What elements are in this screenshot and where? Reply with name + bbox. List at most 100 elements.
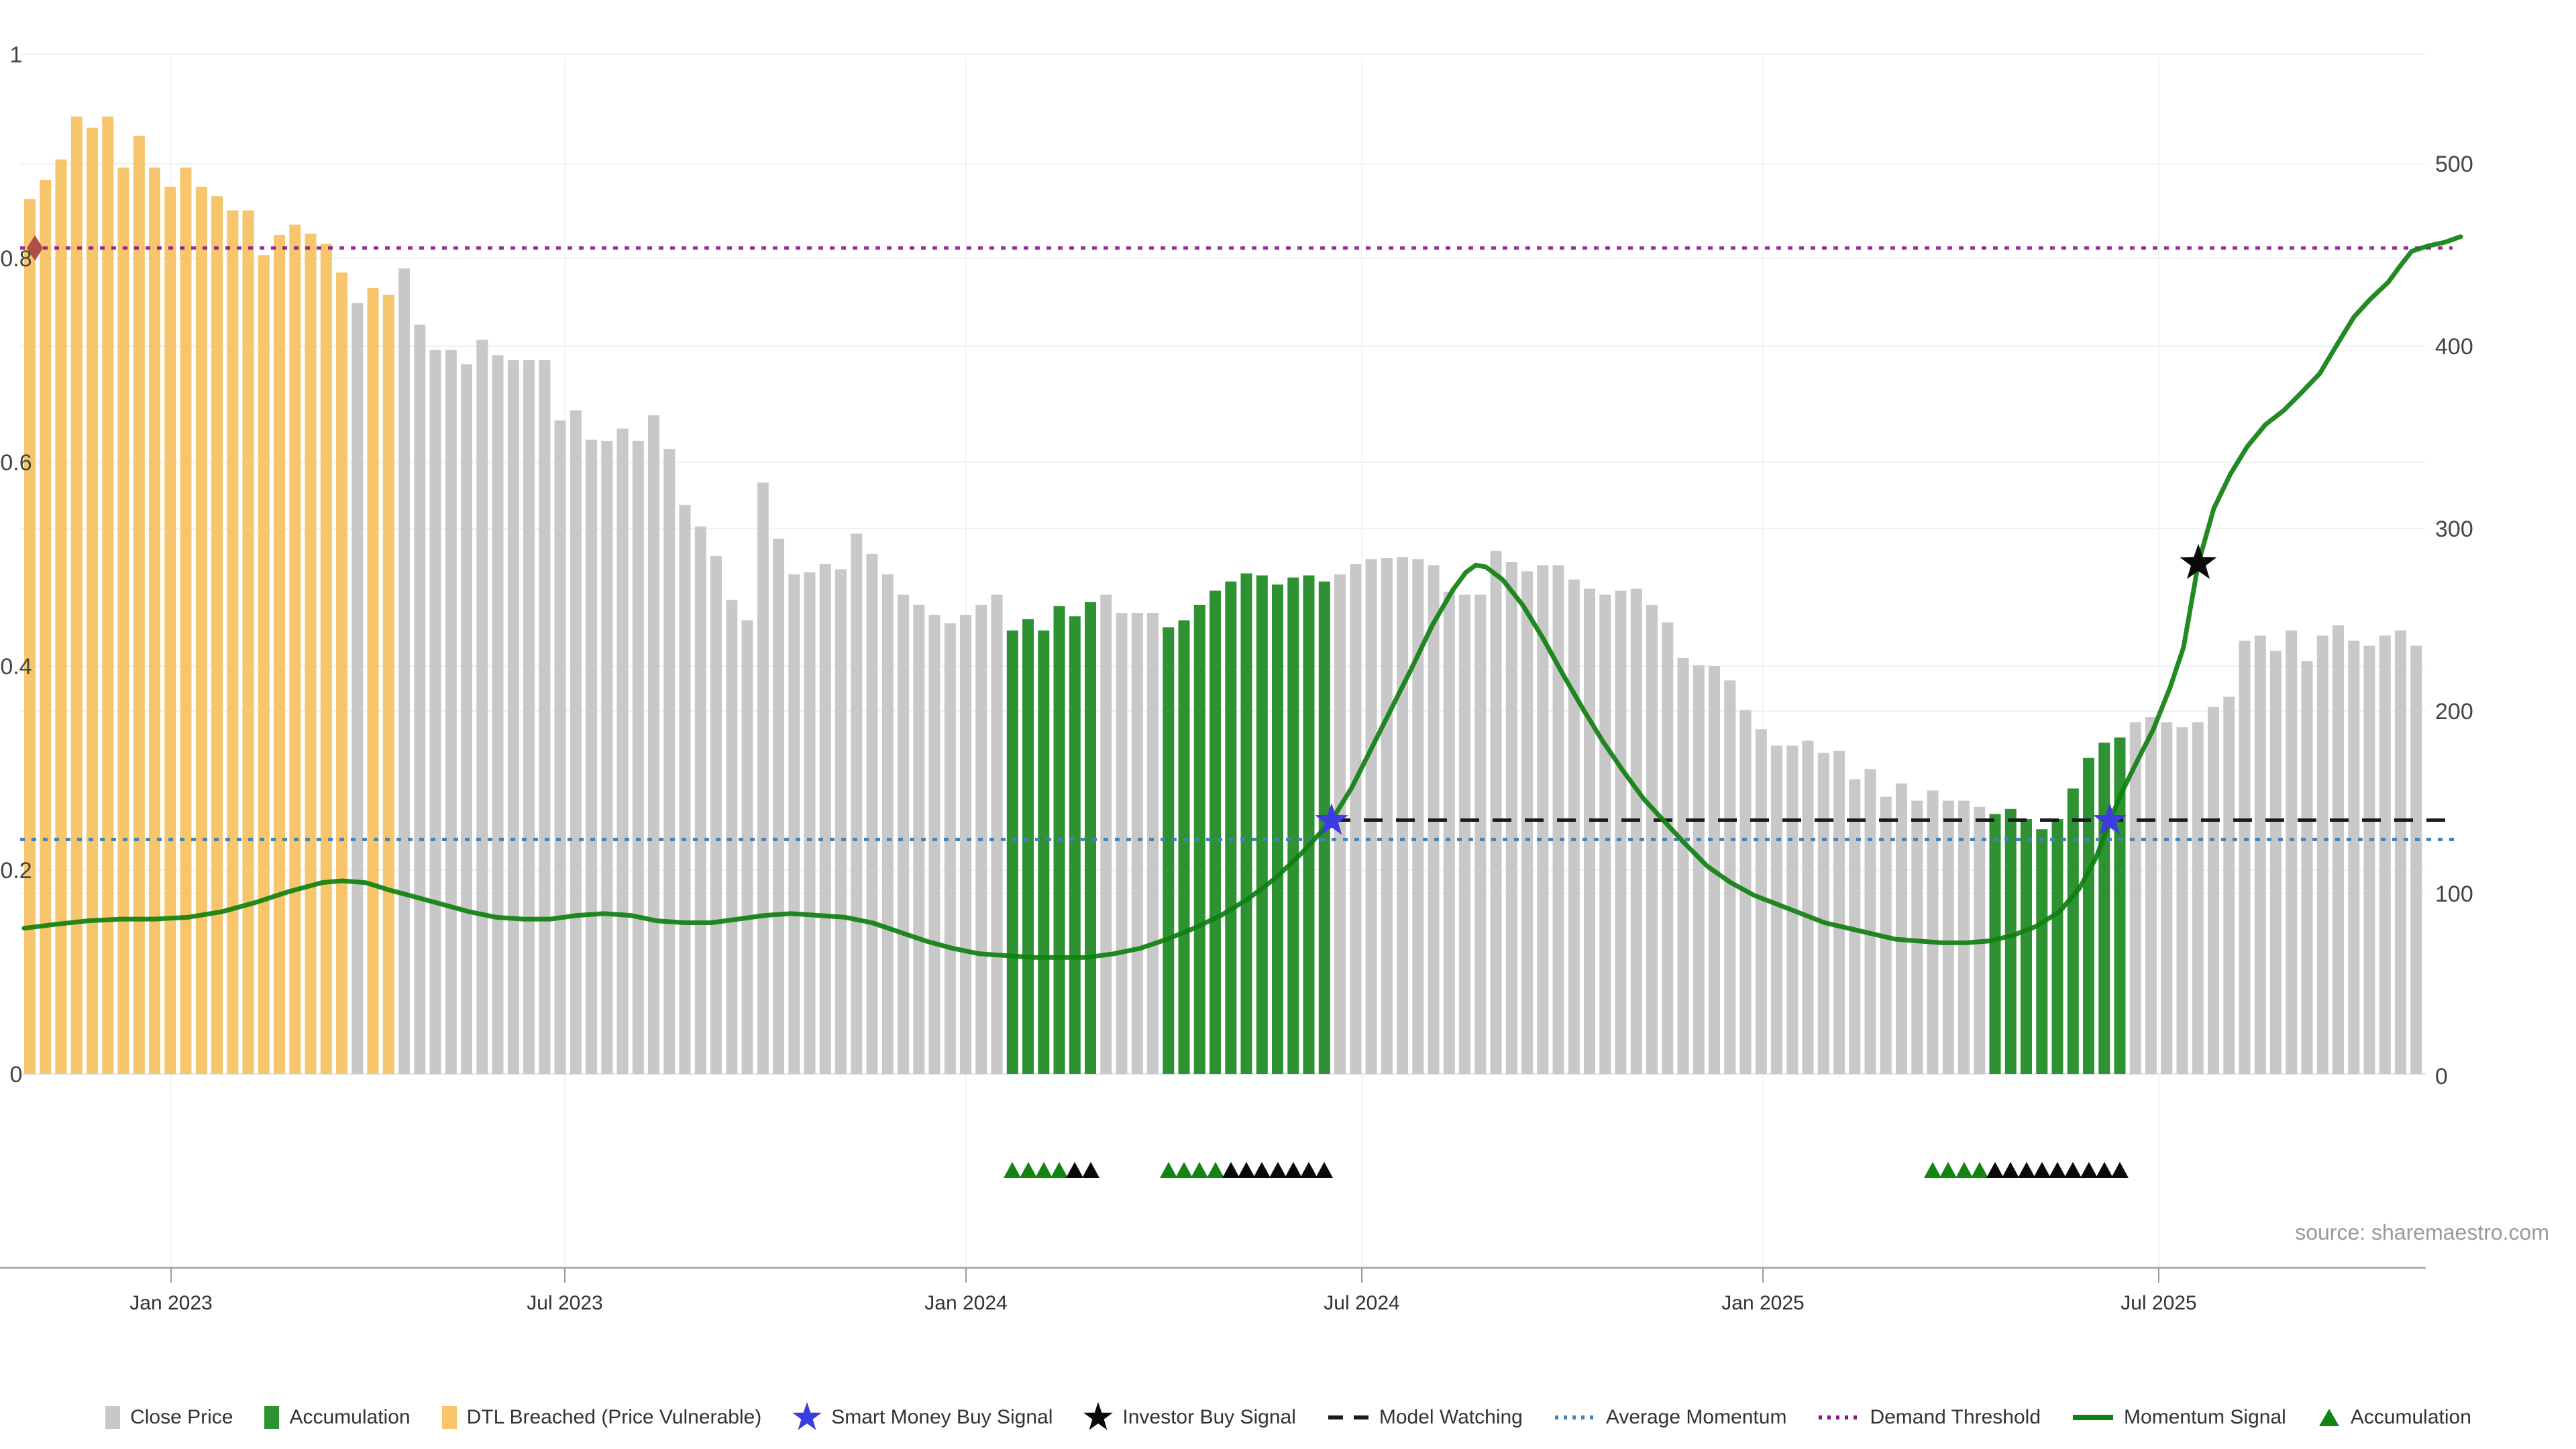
- close-price-bar: [1599, 595, 1611, 1074]
- dtl-breached-bar: [368, 288, 379, 1074]
- right-axis-tick-label: 100: [2435, 881, 2473, 907]
- black-accumulation-triangle-icon: [1269, 1162, 1287, 1178]
- legend-label: Investor Buy Signal: [1122, 1406, 1295, 1429]
- dtl-breached-bar: [149, 168, 160, 1074]
- green-accumulation-triangle-icon: [1971, 1162, 1988, 1178]
- close-price-bar: [1521, 572, 1533, 1074]
- accumulation-bar: [2036, 829, 2047, 1074]
- accumulation-bar: [1303, 576, 1315, 1074]
- close-price-bar: [929, 615, 941, 1074]
- green-accumulation-triangle-icon: [1051, 1162, 1068, 1178]
- close-price-bar: [445, 350, 457, 1074]
- close-price-bar: [461, 364, 472, 1074]
- accumulation-bar: [1287, 578, 1299, 1074]
- left-axis-tick-label: 1: [10, 42, 23, 68]
- dtl-breached-bar: [289, 225, 301, 1074]
- dtl-breached-swatch-icon: [441, 1404, 458, 1431]
- close-price-bar: [1803, 741, 1814, 1074]
- close-price-bar: [398, 268, 410, 1074]
- accumulation-bar: [2098, 743, 2110, 1074]
- close-price-bar: [726, 600, 737, 1074]
- close-price-bar: [586, 440, 597, 1074]
- accumulation-bar: [1225, 582, 1236, 1074]
- legend-item-dtl-breached[interactable]: DTL Breached (Price Vulnerable): [441, 1404, 762, 1431]
- price-momentum-chart-page: Jan 2023Jul 2023Jan 2024Jul 2024Jan 2025…: [0, 0, 2576, 1449]
- legend-item-momentum-signal[interactable]: Momentum Signal: [2072, 1406, 2286, 1429]
- close-price-bar: [1958, 801, 1970, 1074]
- close-price-bar: [2255, 635, 2266, 1074]
- green-accumulation-triangle-icon: [1939, 1162, 1957, 1178]
- close-price-bar: [601, 441, 612, 1074]
- green-accumulation-triangle-icon: [1020, 1162, 1037, 1178]
- legend-item-demand-threshold[interactable]: Demand Threshold: [1817, 1406, 2041, 1429]
- close-price-bar: [757, 482, 769, 1074]
- accumulation-triangle-row: [1004, 1162, 2129, 1178]
- black-accumulation-triangle-icon: [1300, 1162, 1318, 1178]
- legend-label: Close Price: [130, 1406, 233, 1429]
- legend-label: Average Momentum: [1606, 1406, 1787, 1429]
- green-accumulation-triangle-icon: [1175, 1162, 1193, 1178]
- close-price-bar: [1584, 589, 1595, 1075]
- close-price-bar: [352, 303, 363, 1074]
- left-axis-tick-label: 0: [10, 1062, 23, 1087]
- close-price-bar: [1147, 613, 1159, 1074]
- accumulation-tri-triangle-icon: [2317, 1407, 2341, 1428]
- close-price-bar: [1927, 790, 1939, 1074]
- x-tick-label: Jan 2025: [1721, 1292, 1804, 1314]
- dtl-breached-bar: [133, 136, 145, 1074]
- close-price-bar: [2223, 697, 2235, 1074]
- close-price-bar: [2379, 635, 2391, 1074]
- black-accumulation-triangle-icon: [1082, 1162, 1099, 1178]
- close-price-bar: [2239, 641, 2251, 1074]
- demand-threshold-dots-icon: [1817, 1413, 1860, 1421]
- close-price-bar: [1896, 784, 1907, 1074]
- black-accumulation-triangle-icon: [2096, 1162, 2113, 1178]
- close-price-bar: [1381, 558, 1393, 1074]
- close-price-bar: [882, 574, 894, 1074]
- legend-item-close-price[interactable]: Close Price: [105, 1404, 233, 1431]
- accumulation-bar: [1210, 591, 1221, 1075]
- x-tick-label: Jan 2024: [924, 1292, 1007, 1314]
- legend-item-average-momentum[interactable]: Average Momentum: [1554, 1406, 1787, 1429]
- legend-item-model-watching[interactable]: Model Watching: [1327, 1406, 1523, 1429]
- close-price-bar: [695, 527, 706, 1074]
- accumulation-bar: [1179, 621, 1190, 1074]
- accumulation-bar: [2021, 819, 2032, 1074]
- close-price-bar: [851, 533, 862, 1074]
- close-price-bar: [663, 449, 675, 1074]
- price-bars: [24, 117, 2422, 1074]
- legend: Close Price Accumulation DTL Breached (Pri…: [0, 1394, 2576, 1441]
- legend-item-smart-money-buy[interactable]: Smart Money Buy Signal: [792, 1402, 1053, 1433]
- close-price-bar: [430, 350, 441, 1074]
- dtl-breached-bar: [211, 196, 223, 1074]
- close-price-bar: [804, 572, 816, 1074]
- close-price-bar: [820, 564, 831, 1074]
- black-accumulation-triangle-icon: [2064, 1162, 2082, 1178]
- black-accumulation-triangle-icon: [1066, 1162, 1083, 1178]
- close-price-bar: [633, 441, 644, 1074]
- green-accumulation-triangle-icon: [1160, 1162, 1177, 1178]
- accumulation-bar: [2052, 819, 2063, 1074]
- x-tick-label: Jul 2024: [1324, 1292, 1399, 1314]
- accumulation-bar: [2083, 758, 2094, 1074]
- momentum-signal-line-icon: [2072, 1413, 2114, 1421]
- close-price-bar: [1771, 746, 1782, 1074]
- dtl-breached-bar: [321, 244, 332, 1074]
- legend-label: Smart Money Buy Signal: [831, 1406, 1053, 1429]
- right-axis-tick-label: 200: [2435, 699, 2473, 724]
- legend-item-investor-buy[interactable]: Investor Buy Signal: [1083, 1402, 1295, 1433]
- black-accumulation-triangle-icon: [1986, 1162, 2004, 1178]
- close-price-bar: [2410, 646, 2422, 1074]
- right-axis-tick-label: 500: [2435, 152, 2473, 177]
- close-price-swatch-icon: [105, 1404, 121, 1431]
- close-price-bar: [1662, 623, 1673, 1074]
- black-accumulation-triangle-icon: [1238, 1162, 1255, 1178]
- legend-item-accumulation-bar[interactable]: Accumulation: [264, 1404, 410, 1431]
- legend-label: Demand Threshold: [1870, 1406, 2041, 1429]
- left-axis-tick-label: 0.4: [0, 654, 32, 680]
- green-accumulation-triangle-icon: [1035, 1162, 1053, 1178]
- legend-label: Accumulation: [2351, 1406, 2471, 1429]
- dtl-breached-bar: [274, 235, 285, 1074]
- close-price-bar: [680, 505, 691, 1074]
- legend-item-accumulation-tri[interactable]: Accumulation: [2317, 1406, 2471, 1429]
